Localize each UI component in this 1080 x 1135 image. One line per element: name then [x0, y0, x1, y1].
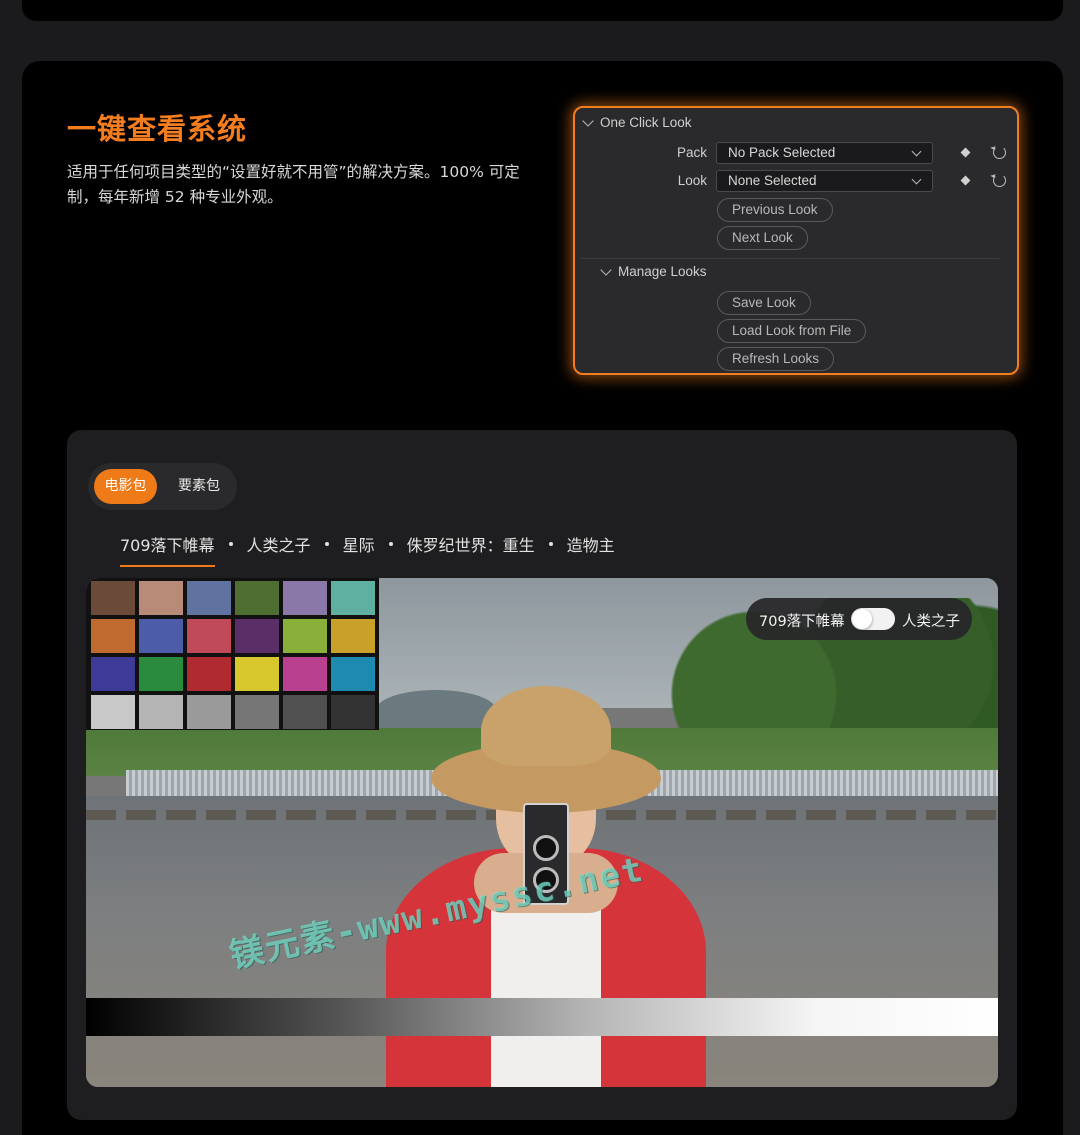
film-item[interactable]: 侏罗纪世界：重生	[407, 532, 535, 556]
grayscale-gradient-bar	[86, 998, 998, 1036]
color-patch	[331, 581, 375, 615]
color-patch	[331, 695, 375, 729]
separator-dot	[388, 542, 393, 546]
color-patch	[139, 695, 183, 729]
one-click-look-panel: One Click Look Pack No Pack Selected Loo…	[573, 106, 1019, 375]
color-patch	[139, 657, 183, 691]
look-value: None Selected	[728, 173, 817, 188]
color-patch	[283, 657, 327, 691]
keyframe-icon[interactable]	[960, 147, 971, 158]
section-title: One Click Look	[600, 115, 692, 130]
look-label: Look	[677, 173, 707, 188]
previous-look-button[interactable]: Previous Look	[717, 198, 833, 222]
color-patch	[139, 581, 183, 615]
color-patch	[187, 581, 231, 615]
load-look-button[interactable]: Load Look from File	[717, 319, 867, 343]
chevron-down-icon	[582, 114, 594, 127]
tab-element-pack[interactable]: 要素包	[168, 469, 230, 504]
before-after-toggle: 709落下帷幕 人类之子	[746, 598, 972, 640]
color-patch	[91, 619, 135, 653]
color-checker-chart	[86, 578, 379, 730]
color-patch	[187, 695, 231, 729]
keyframe-icon[interactable]	[960, 175, 971, 186]
hero-title: 一键查看系统	[67, 112, 248, 146]
save-look-button[interactable]: Save Look	[717, 291, 811, 315]
color-patch	[235, 581, 279, 615]
manage-looks-title: Manage Looks	[618, 264, 707, 279]
pack-select[interactable]: No Pack Selected	[716, 142, 933, 164]
color-patch	[91, 695, 135, 729]
one-click-look-header[interactable]: One Click Look	[582, 114, 692, 130]
color-patch	[187, 619, 231, 653]
film-list: 709落下帷幕 人类之子 星际 侏罗纪世界：重生 造物主	[120, 532, 615, 567]
next-look-button[interactable]: Next Look	[717, 226, 808, 250]
switch-knob	[852, 609, 872, 629]
color-patch	[331, 619, 375, 653]
film-item[interactable]: 709落下帷幕	[120, 532, 215, 567]
color-patch	[91, 657, 135, 691]
pack-value: No Pack Selected	[728, 145, 836, 160]
film-item[interactable]: 星际	[343, 532, 375, 556]
separator-dot	[324, 542, 329, 546]
look-select[interactable]: None Selected	[716, 170, 933, 192]
tab-film-pack[interactable]: 电影包	[94, 469, 157, 504]
manage-looks-header[interactable]: Manage Looks	[600, 263, 707, 279]
compare-left-label: 709落下帷幕	[759, 614, 845, 630]
color-patch	[139, 619, 183, 653]
film-item[interactable]: 人类之子	[247, 532, 311, 556]
color-patch	[331, 657, 375, 691]
color-patch	[235, 619, 279, 653]
chevron-down-icon	[911, 146, 922, 157]
compare-switch[interactable]	[851, 608, 895, 630]
separator-dot	[548, 542, 553, 546]
color-patch	[235, 695, 279, 729]
chevron-down-icon	[911, 174, 922, 185]
color-patch	[283, 695, 327, 729]
pack-label: Pack	[676, 145, 707, 160]
color-patch	[283, 619, 327, 653]
color-patch	[91, 581, 135, 615]
color-patch	[235, 657, 279, 691]
reset-icon[interactable]	[993, 174, 1006, 187]
refresh-looks-button[interactable]: Refresh Looks	[717, 347, 835, 371]
film-item[interactable]: 造物主	[567, 532, 615, 556]
color-patch	[283, 581, 327, 615]
reset-icon[interactable]	[993, 146, 1006, 159]
compare-right-label: 人类之子	[902, 614, 960, 630]
separator-dot	[228, 542, 233, 546]
divider	[581, 258, 999, 259]
top-card	[22, 0, 1063, 21]
hero-description: 适用于任何项目类型的“设置好就不用管”的解决方案。100% 可定制，每年新增 5…	[67, 163, 520, 206]
chevron-down-icon	[600, 263, 612, 276]
color-patch	[187, 657, 231, 691]
